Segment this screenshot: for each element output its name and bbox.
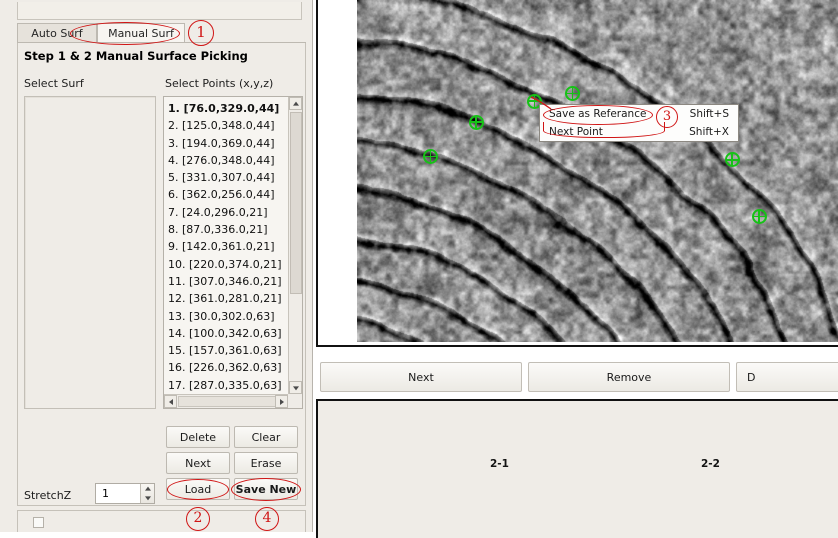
tab-auto-surf[interactable]: Auto Surf <box>17 23 97 43</box>
points-vertical-scrollbar[interactable] <box>288 97 302 394</box>
stretchz-stepper[interactable]: 1 <box>95 483 155 504</box>
micrograph-canvas[interactable] <box>357 0 838 342</box>
select-surf-listbox[interactable] <box>24 96 156 409</box>
select-points-listbox[interactable]: 1. [76.0,329.0,44] 2. [125.0,348.0,44] 3. … <box>163 96 303 409</box>
scrollbar-corner <box>288 394 302 408</box>
scroll-right-icon[interactable] <box>275 395 288 408</box>
third-action-button[interactable]: D <box>736 362 838 392</box>
point-list-item[interactable]: 9. [142.0,361.0,21] <box>168 238 288 255</box>
vertical-scroll-thumb[interactable] <box>290 112 302 294</box>
point-list-item[interactable]: 8. [87.0,336.0,21] <box>168 221 288 238</box>
menu-item-save-as-reference[interactable]: Save as Referance Shift+S <box>540 105 738 123</box>
picked-point-marker[interactable] <box>468 114 484 130</box>
menu-item-save-as-reference-label: Save as Referance <box>549 108 647 120</box>
points-list[interactable]: 1. [76.0,329.0,44] 2. [125.0,348.0,44] 3. … <box>164 97 288 394</box>
result-panel: 2-1 2-2 <box>316 399 838 538</box>
stretchz-spin-buttons[interactable] <box>140 484 154 503</box>
clear-button[interactable]: Clear <box>234 426 298 448</box>
point-list-item[interactable]: 3. [194.0,369.0,44] <box>168 135 288 152</box>
point-list-item[interactable]: 10. [220.0,374.0,21] <box>168 256 288 273</box>
bottom-checkbox[interactable] <box>33 517 44 528</box>
panel-top-stub <box>17 2 302 20</box>
tab-auto-surf-label: Auto Surf <box>31 27 83 40</box>
remove-button[interactable]: Remove <box>528 362 730 392</box>
stretchz-increment-icon[interactable] <box>141 484 154 493</box>
point-list-item[interactable]: 17. [287.0,335.0,63] <box>168 377 288 394</box>
point-list-item[interactable]: 2. [125.0,348.0,44] <box>168 117 288 134</box>
action-button-row: Next Remove D <box>316 362 838 392</box>
point-list-item[interactable]: 16. [226.0,362.0,63] <box>168 359 288 376</box>
horizontal-scroll-thumb[interactable] <box>178 396 288 407</box>
save-new-button[interactable]: Save New <box>234 478 298 500</box>
point-list-item[interactable]: 7. [24.0,296.0,21] <box>168 204 288 221</box>
result-label-2-2: 2-2 <box>701 458 720 470</box>
point-list-item[interactable]: 14. [100.0,342.0,63] <box>168 325 288 342</box>
stretchz-value: 1 <box>102 487 109 500</box>
micrograph-view[interactable] <box>357 0 838 342</box>
delete-button[interactable]: Delete <box>166 426 230 448</box>
panel-bottom-stub <box>17 510 306 532</box>
menu-item-next-point-accel: Shift+X <box>689 126 729 138</box>
annotation-pointer-line <box>530 96 552 110</box>
third-action-button-label: D <box>747 371 756 384</box>
micrograph-frame <box>316 0 838 347</box>
points-horizontal-scrollbar[interactable] <box>164 394 302 408</box>
point-list-item[interactable]: 6. [362.0,256.0,44] <box>168 186 288 203</box>
tab-manual-surf-label: Manual Surf <box>108 27 174 40</box>
load-button[interactable]: Load <box>166 478 230 500</box>
point-list-item[interactable]: 5. [331.0,307.0,44] <box>168 169 288 186</box>
scroll-up-icon[interactable] <box>289 97 302 110</box>
erase-button[interactable]: Erase <box>234 452 298 474</box>
annotation-ellipse-next-point <box>543 122 665 138</box>
scroll-left-icon[interactable] <box>164 395 177 408</box>
stretchz-decrement-icon[interactable] <box>141 493 154 502</box>
stretchz-label: StretchZ <box>24 489 72 502</box>
point-list-item[interactable]: 1. [76.0,329.0,44] <box>168 100 288 117</box>
step-title: Step 1 & 2 Manual Surface Picking <box>24 49 248 63</box>
select-points-label: Select Points (x,y,z) <box>165 77 274 90</box>
point-list-item[interactable]: 12. [361.0,281.0,21] <box>168 290 288 307</box>
tab-manual-surf[interactable]: Manual Surf <box>97 23 185 43</box>
menu-item-save-as-reference-accel: Shift+S <box>689 108 729 120</box>
result-label-2-1: 2-1 <box>490 458 509 470</box>
picked-point-marker[interactable] <box>565 86 581 102</box>
point-list-item[interactable]: 11. [307.0,346.0,21] <box>168 273 288 290</box>
tab-strip: Auto Surf Manual Surf <box>17 23 306 43</box>
point-list-item[interactable]: 4. [276.0,348.0,44] <box>168 152 288 169</box>
next-button[interactable]: Next <box>320 362 522 392</box>
manual-surf-panel: Auto Surf Manual Surf Step 1 & 2 Manual … <box>0 0 313 532</box>
picked-point-marker[interactable] <box>724 152 740 168</box>
next-point-button[interactable]: Next <box>166 452 230 474</box>
point-list-item[interactable]: 15. [157.0,361.0,63] <box>168 342 288 359</box>
scroll-down-icon[interactable] <box>289 381 302 394</box>
picked-point-marker[interactable] <box>423 149 439 165</box>
point-list-item[interactable]: 13. [30.0,302.0,63] <box>168 308 288 325</box>
picked-point-marker[interactable] <box>751 209 767 225</box>
select-surf-label: Select Surf <box>24 77 84 90</box>
